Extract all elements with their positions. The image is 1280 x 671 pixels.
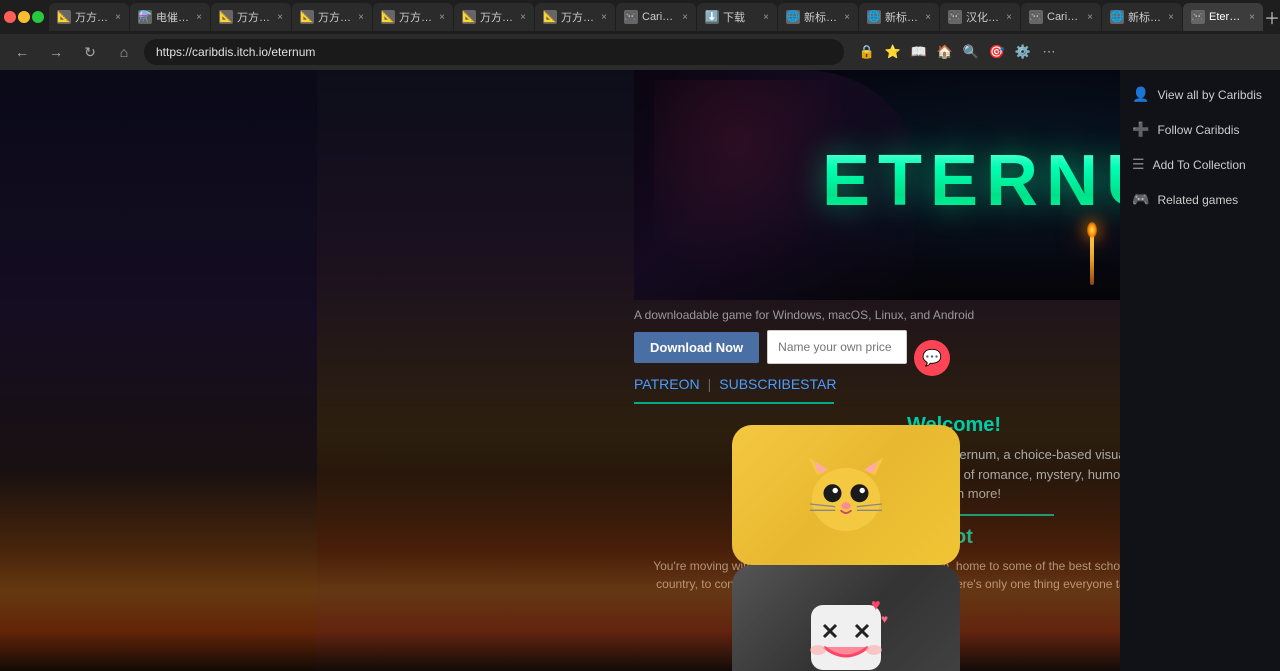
sidebar-item-add-collection[interactable]: ☰ Add To Collection — [1120, 148, 1280, 181]
extensions-icon[interactable]: 🔒 — [856, 41, 878, 63]
page-content: ETERNUM A downloadable game for Windows,… — [0, 70, 1280, 671]
tab-9[interactable]: ⬇️ 下载 × — [697, 3, 777, 31]
collections-icon[interactable]: 🏠 — [934, 41, 956, 63]
collection-icon: ☰ — [1132, 156, 1145, 173]
sidebar-item-view-all[interactable]: 👤 View all by Caribdis — [1120, 78, 1280, 111]
right-sidebar: 👤 View all by Caribdis ➕ Follow Caribdis… — [1120, 70, 1280, 671]
settings-icon[interactable]: 🎯 — [986, 41, 1008, 63]
sidebar-item-related-games[interactable]: 🎮 Related games — [1120, 183, 1280, 216]
chat-button[interactable]: 💬 — [914, 340, 950, 376]
tab-bar: 📐 万方数学 × ⚗️ 电催化小 × 📐 万方登录 × 📐 万方数学 × 📐 万… — [0, 0, 1280, 34]
sidebar-item-follow[interactable]: ➕ Follow Caribdis — [1120, 113, 1280, 146]
browser-toolbar-icons: 🔒 ⭐ 📖 🏠 🔍 🎯 ⚙️ ⋯ — [856, 41, 1060, 63]
price-input[interactable] — [767, 330, 907, 364]
tab-11[interactable]: 🌐 新标签页 × — [859, 3, 939, 31]
home-button[interactable]: ⌂ — [110, 38, 138, 66]
user-icon: 👤 — [1132, 86, 1149, 103]
sunset-overlay — [0, 471, 1280, 671]
tab-6[interactable]: 📐 万方数学 × — [454, 3, 534, 31]
tab-3[interactable]: 📐 万方登录 × — [211, 3, 291, 31]
reload-button[interactable]: ↻ — [76, 38, 104, 66]
hero-image: ETERNUM — [634, 70, 1120, 300]
divider-1 — [634, 402, 834, 404]
more-icon[interactable]: ⋯ — [1038, 41, 1060, 63]
subscribestar-link[interactable]: SUBSCRIBESTAR — [719, 376, 836, 392]
download-now-button[interactable]: Download Now — [634, 332, 759, 363]
download-row: Download Now — [634, 330, 1120, 364]
tab-10[interactable]: 🌐 新标签页 × — [778, 3, 858, 31]
gamepad-icon: 🎮 — [1132, 191, 1149, 208]
tab-1[interactable]: 📐 万方数学 × — [49, 3, 129, 31]
tab-13[interactable]: 🎮 Caribdis × — [1021, 3, 1101, 31]
game-subtitle: A downloadable game for Windows, macOS, … — [634, 308, 1120, 322]
tab-14[interactable]: 🌐 新标签页 × — [1102, 3, 1182, 31]
tab-8[interactable]: 🎮 Caribdis × — [616, 3, 696, 31]
hero-section: ETERNUM — [634, 70, 1120, 300]
profile-icon[interactable]: ⭐ — [882, 41, 904, 63]
browser-chrome: 📐 万方数学 × ⚗️ 电催化小 × 📐 万方登录 × 📐 万方数学 × 📐 万… — [0, 0, 1280, 70]
link-separator: | — [708, 376, 712, 392]
tab-12[interactable]: 🎮 汉化游戏 × — [940, 3, 1020, 31]
game-title: ETERNUM — [822, 140, 1120, 222]
patreon-link[interactable]: PATREON — [634, 376, 700, 392]
tab-4[interactable]: 📐 万方数学 × — [292, 3, 372, 31]
tab-7[interactable]: 📐 万方登录 × — [535, 3, 615, 31]
external-links-row: PATREON | SUBSCRIBESTAR — [634, 376, 1120, 392]
tab-15-eternum[interactable]: 🎮 Eternum × — [1183, 3, 1263, 31]
new-tab-button[interactable]: ＋ — [1264, 3, 1280, 31]
bookmark-icon[interactable]: 📖 — [908, 41, 930, 63]
browser-toolbar: ← → ↻ ⌂ https://caribdis.itch.io/eternum… — [0, 34, 1280, 70]
menu-icon[interactable]: ⚙️ — [1012, 41, 1034, 63]
welcome-title: Welcome! — [634, 414, 1120, 437]
tab-5[interactable]: 📐 万方登录 × — [373, 3, 453, 31]
forward-button[interactable]: → — [42, 38, 70, 66]
follow-icon: ➕ — [1132, 121, 1149, 138]
tab-2[interactable]: ⚗️ 电催化小 × — [130, 3, 210, 31]
shield-icon[interactable]: 🔍 — [960, 41, 982, 63]
back-button[interactable]: ← — [8, 38, 36, 66]
address-bar[interactable]: https://caribdis.itch.io/eternum — [144, 39, 844, 65]
